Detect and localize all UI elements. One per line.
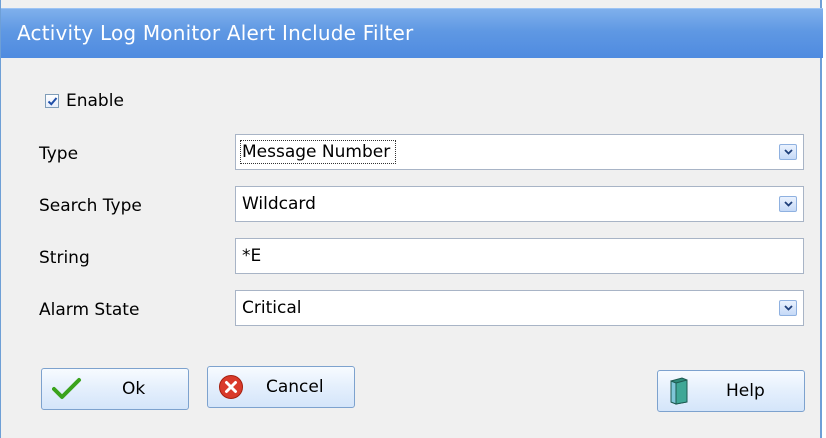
checkmark-icon	[47, 97, 58, 106]
type-value: Message Number	[239, 140, 397, 164]
string-label: String	[39, 248, 90, 268]
enable-label: Enable	[66, 91, 124, 111]
cancel-label: Cancel	[266, 377, 324, 397]
type-dropdown[interactable]: Message Number	[235, 134, 804, 170]
title-bar[interactable]: Activity Log Monitor Alert Include Filte…	[1, 8, 823, 58]
help-label: Help	[726, 381, 765, 401]
cancel-button[interactable]: Cancel	[207, 366, 355, 408]
dialog-body: Enable Type Message Number Search Type W…	[9, 58, 814, 430]
checkbox-box[interactable]	[45, 94, 59, 108]
ok-button[interactable]: Ok	[41, 368, 189, 410]
type-dropdown-button[interactable]	[779, 144, 797, 160]
search-type-dropdown[interactable]: Wildcard	[235, 186, 804, 222]
window-title: Activity Log Monitor Alert Include Filte…	[17, 21, 414, 45]
chevron-down-icon	[784, 201, 793, 207]
alarm-state-label: Alarm State	[39, 300, 140, 320]
red-x-icon	[218, 374, 244, 404]
alarm-state-dropdown-button[interactable]	[779, 300, 797, 316]
chevron-down-icon	[784, 305, 793, 311]
dialog-window: Activity Log Monitor Alert Include Filte…	[0, 0, 823, 438]
alarm-state-value: Critical	[242, 298, 302, 318]
alarm-state-dropdown[interactable]: Critical	[235, 290, 804, 326]
search-type-dropdown-button[interactable]	[779, 196, 797, 212]
enable-checkbox[interactable]: Enable	[45, 90, 124, 112]
search-type-value: Wildcard	[242, 194, 316, 214]
book-icon	[668, 377, 690, 409]
ok-label: Ok	[122, 379, 146, 399]
type-label: Type	[39, 144, 79, 164]
string-input[interactable]: *E	[235, 238, 804, 274]
help-button[interactable]: Help	[657, 370, 805, 412]
string-value: *E	[242, 246, 262, 266]
chevron-down-icon	[784, 149, 793, 155]
green-check-icon	[52, 377, 82, 405]
search-type-label: Search Type	[39, 196, 142, 216]
